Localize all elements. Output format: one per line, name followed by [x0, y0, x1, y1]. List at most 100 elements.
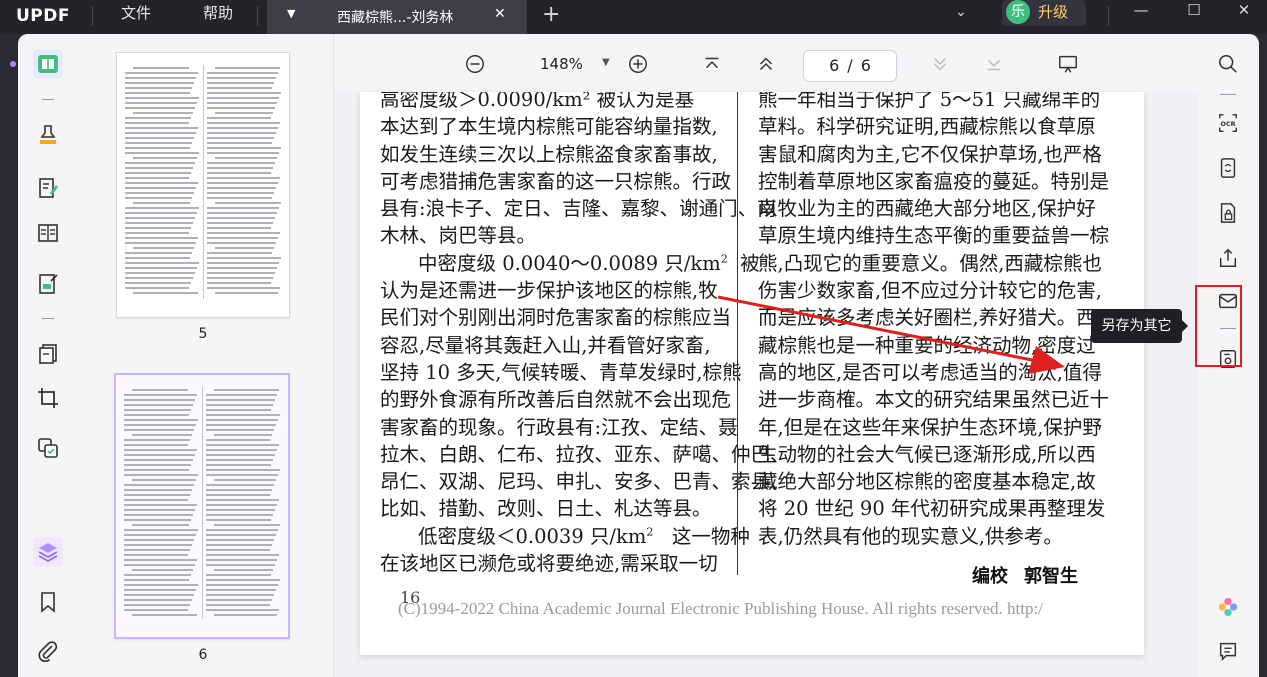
thumbnail-panel: 5 6	[80, 34, 334, 677]
thumbnail-text-line	[125, 82, 194, 84]
comment-highlighter-icon[interactable]	[33, 120, 63, 150]
thumbnail-text-line	[206, 534, 276, 536]
zoom-out-icon[interactable]	[463, 52, 487, 76]
ocr-icon[interactable]: OCR	[1215, 110, 1241, 136]
thumbnail-text-line	[124, 584, 198, 586]
thumbnail-text-line	[207, 137, 274, 139]
form-edit-icon[interactable]	[33, 269, 63, 299]
tab-dropdown-icon[interactable]: ▼	[287, 7, 295, 20]
new-tab-icon[interactable]: +	[542, 2, 560, 27]
page-number-input[interactable]: 6/6	[803, 50, 897, 82]
text-column-left: 高密度级＞0.0090/km² 被认为是基 本达到了本生境内棕熊可能容纳量指数,…	[380, 92, 790, 577]
menu-file[interactable]: 文件	[117, 2, 155, 23]
tab-close-icon[interactable]: ✕	[494, 6, 506, 22]
menu-help[interactable]: 帮助	[199, 2, 237, 23]
thumbnail-text-line	[125, 127, 198, 129]
close-window-icon[interactable]: ✕	[1234, 1, 1254, 19]
thumbnail-text-line	[207, 162, 275, 164]
previous-page-icon[interactable]	[754, 52, 778, 76]
text-line: 而是应该多考虑关好圈栏,养好猎犬。西	[758, 306, 1096, 330]
copyright-footer: (C)1994-2022 China Academic Journal Elec…	[398, 599, 1043, 618]
thumbnail-text-line	[133, 112, 193, 114]
document-tab[interactable]: ▼ 西藏棕熊...-刘务林 ✕	[267, 0, 527, 34]
thumbnail-text-line	[125, 137, 194, 139]
thumbnail-text-line	[124, 544, 192, 546]
thumbnail-text-line	[206, 404, 273, 406]
thumbnail-text-line	[206, 459, 273, 461]
thumbnail-text-line	[207, 277, 273, 279]
text-line: 民们对个别刚出洞时危害家畜的棕熊应当	[380, 306, 732, 330]
convert-pdf-icon[interactable]	[1215, 155, 1241, 181]
edge-indicator-dot	[10, 61, 16, 67]
maximize-icon[interactable]: ☐	[1184, 1, 1204, 19]
thumbnail-text-line	[124, 519, 191, 521]
thumbnail-text-line	[215, 202, 281, 204]
thumbnail-label: 5	[198, 326, 208, 342]
page-thumbnail-5[interactable]	[116, 52, 290, 318]
thumbnail-text-line	[124, 404, 193, 406]
protect-pdf-icon[interactable]	[1215, 200, 1241, 226]
updf-logo[interactable]: UPDF	[16, 6, 70, 26]
text-column-right: 熊一年相当于保护了 5～51 只藏绵羊的 草料。科学研究证明,西藏棕熊以食草原 …	[758, 92, 1110, 550]
organize-pages-icon[interactable]	[33, 339, 63, 369]
zoom-level[interactable]: 148%	[540, 55, 583, 73]
document-viewport[interactable]: 高密度级＞0.0090/km² 被认为是基 本达到了本生境内棕熊可能容纳量指数,…	[334, 92, 1198, 677]
thumbnail-text-line	[206, 599, 272, 601]
search-icon[interactable]	[1215, 51, 1241, 77]
thumbnail-text-line	[125, 177, 189, 179]
chevron-down-icon[interactable]: ⌄	[955, 4, 967, 20]
thumbnail-text-line	[125, 172, 191, 174]
thumbnail-text-line	[124, 494, 190, 496]
text-line: 藏棕熊也是一种重要的经济动物,密度过	[758, 333, 1096, 357]
thumbnail-text-line	[206, 529, 278, 531]
thumbnail-text-line	[124, 449, 197, 451]
crop-icon[interactable]	[33, 383, 63, 413]
thumbnail-text-line	[206, 464, 271, 466]
pdf-page[interactable]: 高密度级＞0.0090/km² 被认为是基 本达到了本生境内棕熊可能容纳量指数,…	[360, 92, 1144, 655]
page-thumbnail-6[interactable]	[114, 373, 290, 639]
text-line-low-density: 低密度级＜0.0039 只/km2 这一物种	[418, 524, 750, 548]
last-page-icon[interactable]	[982, 52, 1006, 76]
rail-separator	[42, 318, 54, 319]
text-line: 比如、措勤、改则、日土、札达等县。	[380, 497, 712, 521]
thumbnail-text-line	[125, 122, 189, 124]
share-icon[interactable]	[1215, 245, 1241, 271]
thumbnail-text-line	[206, 504, 277, 506]
title-separator	[1108, 6, 1109, 26]
thumbnail-text-line	[206, 544, 272, 546]
zoom-dropdown-icon[interactable]: ▼	[602, 57, 610, 68]
thumbnail-text-line	[207, 192, 274, 194]
thumbnail-text-line	[125, 77, 196, 79]
thumbnail-text-line	[125, 162, 195, 164]
presentation-icon[interactable]	[1056, 52, 1080, 76]
thumbnail-text-line	[125, 277, 193, 279]
next-page-icon[interactable]	[928, 52, 952, 76]
thumbnail-text-line	[125, 282, 191, 284]
thumbnail-text-line	[124, 604, 190, 606]
layers-icon[interactable]	[33, 537, 63, 567]
page-layout-icon[interactable]	[33, 218, 63, 248]
thumbnail-label: 6	[198, 647, 208, 663]
zoom-in-icon[interactable]	[626, 52, 650, 76]
attachment-icon[interactable]	[33, 636, 63, 666]
thumbnail-text-line	[206, 474, 278, 476]
minimize-icon[interactable]: —	[1131, 1, 1151, 19]
bookmark-icon[interactable]	[33, 587, 63, 617]
text-line: 的野外食源有所改善后自然就不会出现危	[380, 388, 732, 412]
avatar: 乐	[1006, 0, 1030, 24]
thumbnail-text-line	[207, 212, 277, 214]
ai-assistant-icon[interactable]	[1215, 594, 1241, 620]
first-page-icon[interactable]	[700, 52, 724, 76]
upgrade-button[interactable]: 乐 升级	[1002, 0, 1086, 26]
edit-pdf-icon[interactable]	[33, 173, 63, 203]
app-window: 5 6 148% ▼ 6/6 高密度级＞0.0090/km² 被认为是基 本达到…	[18, 34, 1259, 677]
thumbnail-text-line	[215, 112, 273, 114]
batch-tools-icon[interactable]	[33, 433, 63, 463]
text-line: 进一步商榷。本文的研究结果虽然已近十	[758, 388, 1110, 412]
reader-mode-icon[interactable]	[33, 49, 63, 79]
thumbnail-text-line	[125, 287, 189, 289]
thumbnail-text-line	[206, 469, 280, 471]
thumbnail-text-line	[207, 127, 278, 129]
comments-panel-icon[interactable]	[1215, 638, 1241, 664]
text-line: 拉木、白朗、仁布、拉孜、亚东、萨噶、仲巴、	[380, 442, 790, 466]
